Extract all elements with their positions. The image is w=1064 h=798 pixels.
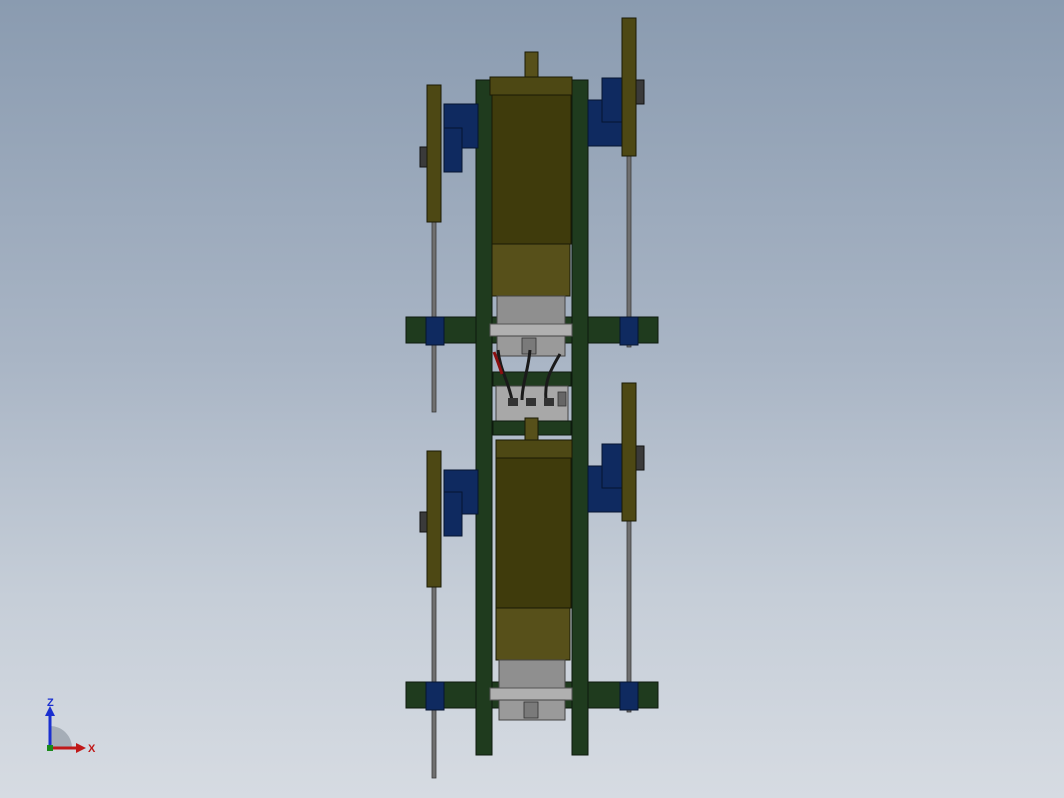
lower-left-wheel[interactable] (426, 450, 442, 588)
upper-right-wheel[interactable] (621, 17, 637, 157)
lower-drive-motor[interactable] (489, 417, 573, 721)
upper-drive-motor[interactable] (489, 51, 573, 357)
triad-origin-icon (47, 745, 53, 751)
z-axis-label: Z (47, 697, 54, 709)
cad-graphics-viewport[interactable]: Z X (0, 0, 1064, 798)
upper-left-wheel[interactable] (426, 84, 442, 223)
reference-triad-icon[interactable]: Z X (36, 696, 100, 760)
robot-assembly-model[interactable] (0, 0, 1064, 798)
lower-right-wheel[interactable] (621, 382, 637, 522)
x-axis-label: X (88, 743, 96, 755)
